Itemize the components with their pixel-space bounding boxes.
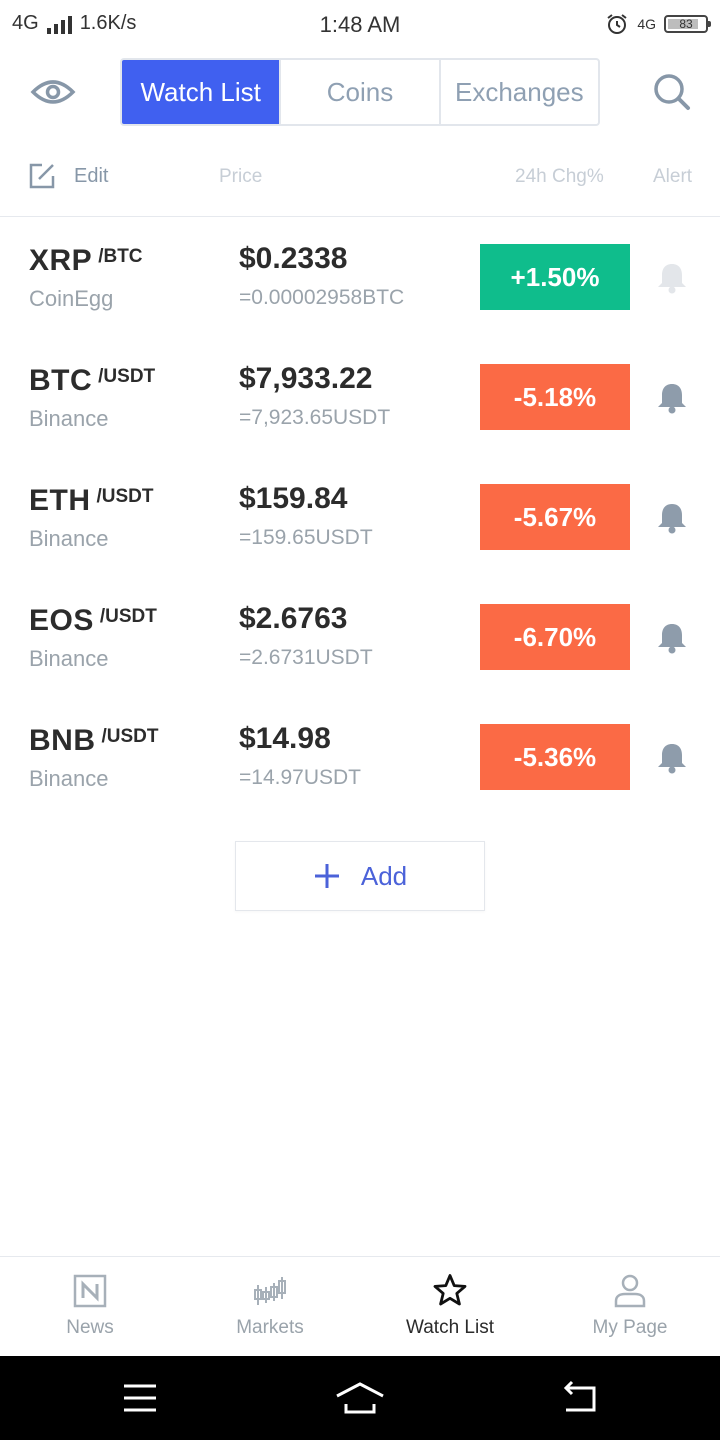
tab-watch-list[interactable]: Watch List bbox=[122, 60, 282, 124]
converted-price: =159.65USDT bbox=[239, 526, 373, 549]
nav-my-page-label: My Page bbox=[592, 1317, 668, 1338]
pair-symbol: EOS /USDT bbox=[29, 604, 157, 638]
nav-my-page[interactable]: My Page bbox=[540, 1257, 720, 1357]
nav-markets[interactable]: Markets bbox=[180, 1257, 360, 1357]
price: $0.2338 bbox=[239, 242, 348, 275]
price: $14.98 bbox=[239, 722, 331, 755]
change-badge: -5.36% bbox=[480, 724, 630, 790]
status-right: 4G 83 bbox=[605, 12, 711, 36]
watchlist-row-eth[interactable]: ETH /USDT Binance $159.84 =159.65USDT -5… bbox=[0, 456, 720, 576]
base-symbol: ETH bbox=[29, 484, 91, 517]
plus-icon bbox=[314, 864, 339, 888]
system-nav-bar bbox=[0, 1356, 720, 1440]
bottom-nav: News Markets Watch List My Page bbox=[0, 1256, 720, 1357]
nav-watch-list[interactable]: Watch List bbox=[360, 1257, 540, 1357]
news-icon bbox=[73, 1274, 107, 1308]
pair-symbol: BNB /USDT bbox=[29, 724, 159, 758]
tab-exchanges[interactable]: Exchanges bbox=[441, 60, 598, 124]
network-type-right: 4G bbox=[637, 16, 656, 32]
header: Watch List Coins Exchanges bbox=[0, 58, 720, 126]
user-icon bbox=[614, 1274, 646, 1308]
base-symbol: XRP bbox=[29, 244, 93, 277]
bell-icon bbox=[658, 384, 686, 414]
alert-button[interactable] bbox=[654, 620, 690, 656]
add-button[interactable]: Add bbox=[235, 841, 485, 911]
add-label: Add bbox=[360, 860, 408, 891]
converted-price: =7,923.65USDT bbox=[239, 406, 391, 429]
pair-symbol: XRP /BTC bbox=[29, 244, 143, 278]
converted-price: =2.6731USDT bbox=[239, 646, 373, 669]
bell-icon bbox=[658, 624, 686, 654]
base-symbol: BTC bbox=[29, 364, 93, 397]
edit-label: Edit bbox=[74, 164, 109, 187]
alert-button[interactable] bbox=[654, 260, 690, 296]
search-button[interactable] bbox=[650, 70, 694, 114]
battery-level: 83 bbox=[679, 17, 693, 31]
pair-symbol: BTC /USDT bbox=[29, 364, 155, 398]
menu-button[interactable] bbox=[118, 1378, 162, 1418]
back-button[interactable] bbox=[558, 1378, 602, 1418]
price: $7,933.22 bbox=[239, 362, 373, 395]
search-icon bbox=[654, 74, 690, 110]
alert-button[interactable] bbox=[654, 740, 690, 776]
nav-watch-list-label: Watch List bbox=[406, 1317, 494, 1338]
watchlist-row-bnb[interactable]: BNB /USDT Binance $14.98 =14.97USDT -5.3… bbox=[0, 696, 720, 816]
base-symbol: BNB bbox=[29, 724, 96, 757]
exchange-name: CoinEgg bbox=[29, 286, 114, 311]
quote-symbol: /USDT bbox=[101, 726, 159, 747]
alert-button[interactable] bbox=[654, 500, 690, 536]
back-icon bbox=[563, 1380, 596, 1412]
battery-icon: 83 bbox=[664, 15, 711, 33]
column-header: Edit Price 24h Chg% Alert bbox=[0, 150, 720, 217]
watchlist-row-eos[interactable]: EOS /USDT Binance $2.6763 =2.6731USDT -6… bbox=[0, 576, 720, 696]
quote-symbol: /USDT bbox=[96, 486, 154, 507]
change-badge: -5.67% bbox=[480, 484, 630, 550]
alert-button[interactable] bbox=[654, 380, 690, 416]
main-tabs: Watch List Coins Exchanges bbox=[120, 58, 600, 126]
nav-news-label: News bbox=[66, 1317, 114, 1338]
change-badge: +1.50% bbox=[480, 244, 630, 310]
base-symbol: EOS bbox=[29, 604, 94, 637]
watchlist-row-xrp[interactable]: XRP /BTC CoinEgg $0.2338 =0.00002958BTC … bbox=[0, 216, 720, 336]
exchange-name: Binance bbox=[29, 526, 109, 551]
edit-button[interactable]: Edit bbox=[28, 162, 108, 190]
converted-price: =14.97USDT bbox=[239, 766, 361, 789]
column-price: Price bbox=[219, 166, 263, 187]
quote-symbol: /USDT bbox=[98, 366, 156, 387]
change-badge: -6.70% bbox=[480, 604, 630, 670]
menu-icon bbox=[124, 1384, 156, 1412]
exchange-name: Binance bbox=[29, 646, 109, 671]
bell-icon bbox=[658, 264, 686, 294]
exchange-name: Binance bbox=[29, 406, 109, 431]
column-change: 24h Chg% bbox=[515, 166, 604, 187]
candlestick-icon bbox=[254, 1277, 286, 1305]
exchange-name: Binance bbox=[29, 766, 109, 791]
home-icon bbox=[336, 1382, 384, 1414]
eye-icon bbox=[30, 80, 76, 104]
pair-symbol: ETH /USDT bbox=[29, 484, 154, 518]
tab-coins[interactable]: Coins bbox=[281, 60, 441, 124]
change-badge: -5.18% bbox=[480, 364, 630, 430]
alarm-icon bbox=[607, 14, 627, 34]
visibility-toggle-button[interactable] bbox=[30, 72, 76, 112]
converted-price: =0.00002958BTC bbox=[239, 286, 405, 309]
star-icon bbox=[433, 1274, 467, 1306]
nav-markets-label: Markets bbox=[236, 1317, 304, 1338]
price: $2.6763 bbox=[239, 602, 348, 635]
column-alert: Alert bbox=[653, 166, 693, 187]
price: $159.84 bbox=[239, 482, 348, 515]
edit-icon bbox=[29, 163, 55, 189]
home-button[interactable] bbox=[334, 1378, 386, 1418]
status-bar: 4G 1.6K/s 1:48 AM 4G 83 bbox=[0, 0, 720, 50]
nav-news[interactable]: News bbox=[0, 1257, 180, 1357]
bell-icon bbox=[658, 744, 686, 774]
watchlist-row-btc[interactable]: BTC /USDT Binance $7,933.22 =7,923.65USD… bbox=[0, 336, 720, 456]
quote-symbol: /USDT bbox=[99, 606, 157, 627]
quote-symbol: /BTC bbox=[98, 246, 143, 267]
bell-icon bbox=[658, 504, 686, 534]
